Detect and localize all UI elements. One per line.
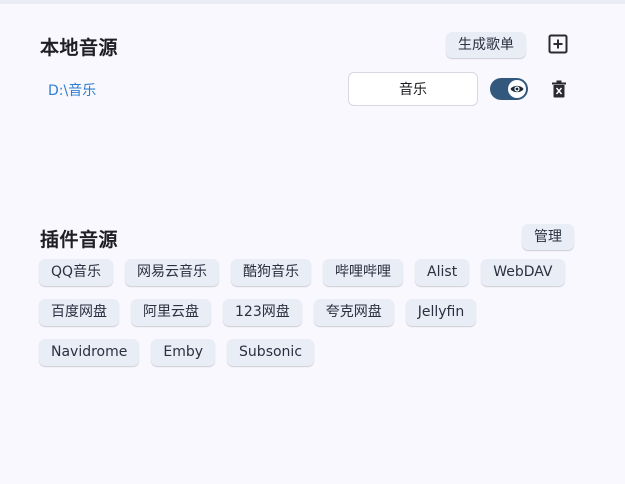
eye-icon [510, 85, 524, 93]
manage-button[interactable]: 管理 [522, 224, 574, 250]
plugin-chip[interactable]: Jellyfin [405, 299, 477, 326]
plugin-chip[interactable]: WebDAV [481, 259, 565, 286]
local-source-path[interactable]: D:\音乐 [48, 80, 96, 100]
plugin-chip[interactable]: QQ音乐 [39, 259, 114, 286]
plugin-chip[interactable]: Navidrome [39, 339, 140, 366]
local-sources-title: 本地音源 [40, 37, 119, 59]
plugin-chip[interactable]: 哔哩哔哩 [323, 259, 404, 286]
plugin-chip[interactable]: 阿里云盘 [131, 299, 211, 326]
generate-playlist-button[interactable]: 生成歌单 [446, 32, 526, 58]
add-box-icon[interactable] [548, 34, 568, 54]
visibility-toggle[interactable] [490, 78, 528, 100]
plugin-chip[interactable]: 网易云音乐 [125, 259, 220, 286]
top-divider [0, 0, 625, 4]
plugin-chip[interactable]: Alist [415, 259, 470, 286]
plugin-chip[interactable]: 酷狗音乐 [231, 259, 312, 286]
plugin-sources-title: 插件音源 [40, 229, 119, 251]
source-name-input[interactable] [348, 72, 478, 106]
plugin-row: Navidrome Emby Subsonic [39, 339, 599, 366]
plugin-row: QQ音乐 网易云音乐 酷狗音乐 哔哩哔哩 Alist WebDAV [39, 259, 599, 286]
plugin-chip[interactable]: 百度网盘 [39, 299, 119, 326]
plugin-chip[interactable]: Subsonic [227, 339, 315, 366]
plugin-row: 百度网盘 阿里云盘 123网盘 夸克网盘 Jellyfin [39, 299, 599, 326]
plugin-list: QQ音乐 网易云音乐 酷狗音乐 哔哩哔哩 Alist WebDAV 百度网盘 阿里云盘 123网… [39, 259, 599, 379]
trash-icon[interactable] [551, 80, 567, 98]
toggle-knob [508, 80, 526, 98]
plugin-chip[interactable]: Emby [151, 339, 216, 366]
plugin-chip[interactable]: 夸克网盘 [313, 299, 394, 326]
plugin-chip[interactable]: 123网盘 [223, 299, 302, 326]
